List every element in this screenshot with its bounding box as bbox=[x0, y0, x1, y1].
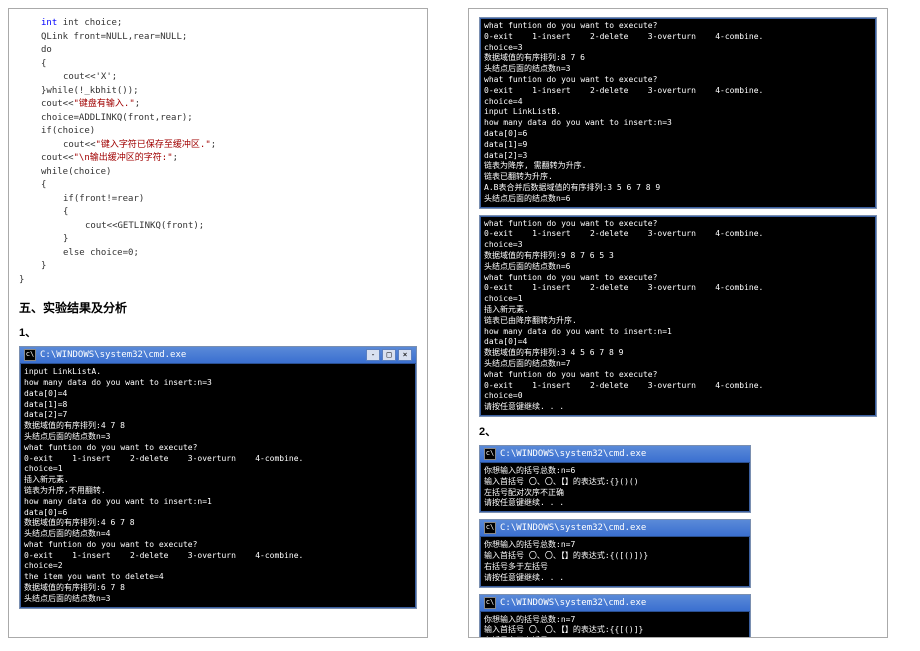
code-line: do bbox=[19, 44, 417, 58]
code-line: } bbox=[19, 233, 417, 247]
item-label-2: 2、 bbox=[479, 423, 877, 439]
cmd-window-2: what funtion do you want to execute? 0-e… bbox=[479, 17, 877, 209]
minimize-button[interactable]: - bbox=[366, 349, 380, 361]
code-line: { bbox=[19, 206, 417, 220]
cmd-window-1: c\ C:\WINDOWS\system32\cmd.exe - □ × inp… bbox=[19, 346, 417, 609]
code-line: { bbox=[19, 179, 417, 193]
close-button[interactable]: × bbox=[398, 349, 412, 361]
cmd-icon: c\ bbox=[484, 522, 496, 534]
page-right: what funtion do you want to execute? 0-e… bbox=[468, 8, 888, 638]
code-line: int choice; bbox=[63, 18, 123, 28]
cmd-output: 你想输入的括号总数:n=6 输入首括号 〇、〇、【】的表达式:{}()() 左括… bbox=[480, 463, 750, 512]
code-line: { bbox=[19, 58, 417, 72]
cmd-titlebar: c\ C:\WINDOWS\system32\cmd.exe bbox=[480, 520, 750, 537]
cmd-title-text: C:\WINDOWS\system32\cmd.exe bbox=[500, 597, 646, 609]
cmd-titlebar: c\ C:\WINDOWS\system32\cmd.exe - □ × bbox=[20, 347, 416, 364]
code-line: cout<<'X'; bbox=[19, 71, 417, 85]
code-line: QLink front=NULL,rear=NULL; bbox=[19, 31, 417, 45]
code-line: }while(!_kbhit()); bbox=[19, 85, 417, 99]
code-line: } bbox=[19, 260, 417, 274]
cmd-output: 你想输入的括号总数:n=7 输入首括号 〇、〇、【】的表达式:{{[()]} 左… bbox=[480, 612, 750, 638]
code-line: else choice=0; bbox=[19, 247, 417, 261]
source-code-block: int int choice; QLink front=NULL,rear=NU… bbox=[19, 17, 417, 287]
cmd-icon: c\ bbox=[24, 349, 36, 361]
cmd-output: what funtion do you want to execute? 0-e… bbox=[480, 216, 876, 416]
section-title: 五、实验结果及分析 bbox=[19, 299, 417, 316]
cmd-window-6: c\ C:\WINDOWS\system32\cmd.exe 你想输入的括号总数… bbox=[479, 594, 751, 638]
code-line: if(front!=rear) bbox=[19, 193, 417, 207]
cmd-output: input LinkListA. how many data do you wa… bbox=[20, 364, 416, 608]
cmd-title-text: C:\WINDOWS\system32\cmd.exe bbox=[500, 448, 646, 460]
cmd-window-4: c\ C:\WINDOWS\system32\cmd.exe 你想输入的括号总数… bbox=[479, 445, 751, 513]
code-line: if(choice) bbox=[19, 125, 417, 139]
cmd-title-text: C:\WINDOWS\system32\cmd.exe bbox=[500, 522, 646, 534]
cmd-icon: c\ bbox=[484, 448, 496, 460]
code-line: while(choice) bbox=[19, 166, 417, 180]
cmd-window-3: what funtion do you want to execute? 0-e… bbox=[479, 215, 877, 417]
page-left: int int choice; QLink front=NULL,rear=NU… bbox=[8, 8, 428, 638]
cmd-output: what funtion do you want to execute? 0-e… bbox=[480, 18, 876, 208]
code-line: cout<<GETLINKQ(front); bbox=[19, 220, 417, 234]
window-buttons: - □ × bbox=[366, 349, 412, 361]
cmd-icon: c\ bbox=[484, 597, 496, 609]
maximize-button[interactable]: □ bbox=[382, 349, 396, 361]
code-line: } bbox=[19, 275, 24, 285]
cmd-titlebar: c\ C:\WINDOWS\system32\cmd.exe bbox=[480, 595, 750, 612]
code-line: choice=ADDLINKQ(front,rear); bbox=[19, 112, 417, 126]
cmd-titlebar: c\ C:\WINDOWS\system32\cmd.exe bbox=[480, 446, 750, 463]
item-label-1: 1、 bbox=[19, 324, 417, 340]
cmd-output: 你想输入的括号总数:n=7 输入首括号 〇、〇、【】的表达式:{([()])} … bbox=[480, 537, 750, 586]
cmd-window-5: c\ C:\WINDOWS\system32\cmd.exe 你想输入的括号总数… bbox=[479, 519, 751, 587]
cmd-title-text: C:\WINDOWS\system32\cmd.exe bbox=[40, 349, 186, 361]
